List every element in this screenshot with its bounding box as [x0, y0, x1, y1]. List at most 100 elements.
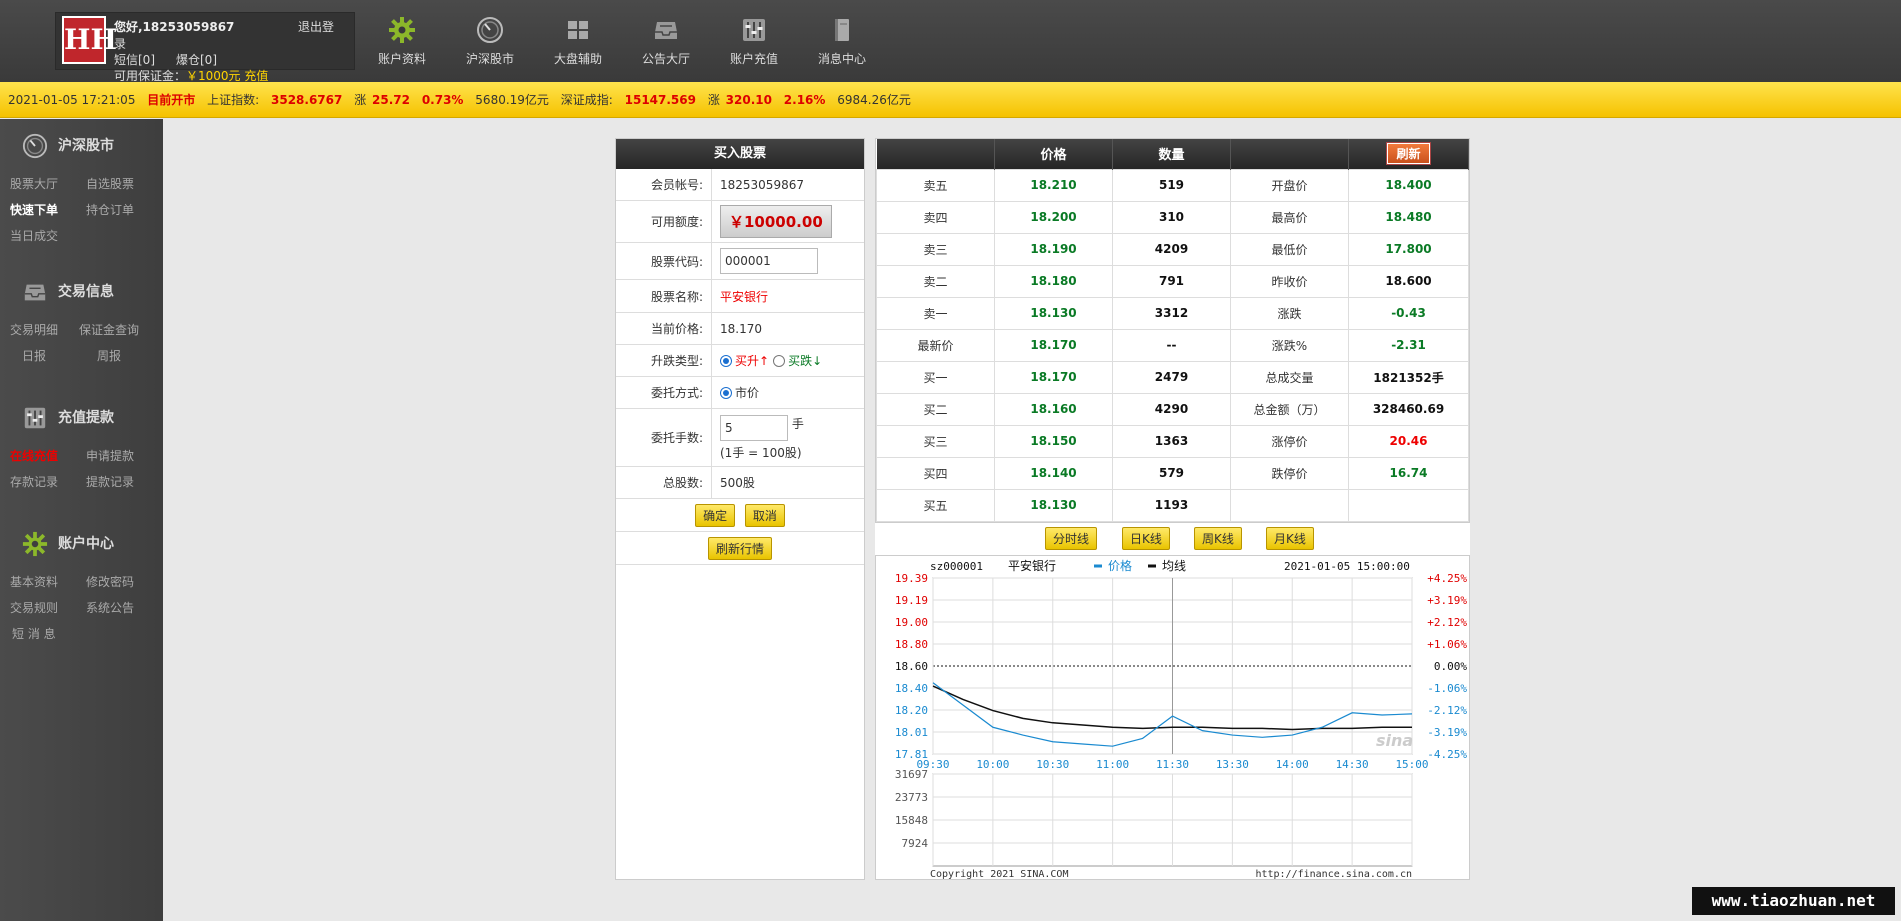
recharge-link[interactable]: 充值	[244, 69, 268, 83]
sidebar-section-recharge[interactable]: 充值提款	[22, 405, 114, 431]
buy-down-radio[interactable]	[773, 354, 786, 367]
quote-level-name: 卖三	[876, 232, 995, 266]
sidebar-item-quick-order[interactable]: 快速下单	[10, 201, 58, 218]
inbox-icon	[655, 22, 677, 39]
sidebar-item-system-notice[interactable]: 系统公告	[86, 599, 134, 616]
stock-code-input[interactable]: 000001	[720, 248, 818, 274]
refresh-button[interactable]: 刷新	[1386, 142, 1431, 166]
sidebar-item-weekly[interactable]: 周报	[97, 347, 121, 364]
burst-link[interactable]: 爆仓[0]	[176, 51, 217, 68]
sidebar-section-trade-info[interactable]: 交易信息	[22, 279, 114, 305]
topnav-assist-label: 大盘辅助	[553, 52, 602, 66]
cancel-button[interactable]: 取消	[744, 504, 785, 527]
stock-name: 平安银行	[720, 289, 769, 304]
messages-link[interactable]: 短信[0]	[114, 51, 155, 68]
price-tick-label: 19.00	[895, 616, 928, 629]
confirm-button[interactable]: 确定	[695, 504, 736, 527]
quote-level-qty: 519	[1112, 168, 1231, 202]
market-price-label[interactable]: 市价	[735, 384, 759, 401]
volume-tick-label: 15848	[895, 814, 928, 827]
pct-tick-label: -2.12%	[1427, 704, 1467, 717]
current-price: 18.170	[720, 321, 762, 336]
quote-level-price: 18.170	[994, 328, 1113, 362]
quote-stat-label	[1230, 488, 1349, 522]
quote-stat-value: 16.74	[1348, 456, 1469, 490]
buy-up-label[interactable]: 买升↑	[735, 352, 769, 369]
topnav-messages[interactable]: 消息中心	[802, 16, 882, 67]
pct-tick-label: +3.19%	[1427, 594, 1467, 607]
sidebar-item-positions[interactable]: 持仓订单	[86, 201, 134, 218]
sidebar-item-change-password[interactable]: 修改密码	[86, 573, 134, 590]
logout-link-cont[interactable]: 录	[114, 35, 126, 52]
ticker-sh-up: 涨	[354, 93, 367, 107]
sidebar-item-profile[interactable]: 基本资料	[10, 573, 58, 590]
refresh-row: 刷新行情	[616, 532, 864, 565]
quote-level-qty: 4209	[1112, 232, 1231, 266]
sidebar-section-market[interactable]: 沪深股市	[22, 133, 114, 159]
quote-row: 卖一 18.130 3312 涨跌 -0.43	[876, 296, 1469, 330]
month-kline-button[interactable]: 月K线	[1266, 527, 1314, 550]
sidebar-item-margin-query[interactable]: 保证金查询	[79, 321, 139, 338]
lots-input[interactable]: 5	[720, 414, 788, 441]
quote-row: 买四 18.140 579 跌停价 16.74	[876, 456, 1469, 490]
type-label: 升跌类型:	[616, 345, 712, 376]
ticker-sz-label: 深证成指:	[560, 93, 613, 107]
quote-header-qty: 数量	[1112, 139, 1231, 169]
price-tick-label: 19.19	[895, 594, 928, 607]
quote-stat-value: 20.46	[1348, 424, 1469, 458]
time-tick-label: 15:00	[1395, 758, 1428, 771]
market-price-radio[interactable]	[720, 386, 732, 399]
topnav-notice[interactable]: 公告大厅	[626, 16, 706, 67]
volume-tick-label: 31697	[895, 768, 928, 781]
market-ticker: 2021-01-05 17:21:05 目前开市 上证指数: 3528.6767…	[0, 82, 1901, 118]
ticker-sz-up: 涨	[707, 93, 720, 107]
quote-stat-label: 涨跌	[1230, 296, 1349, 330]
sidebar-item-trade-detail[interactable]: 交易明细	[10, 321, 58, 338]
quote-level-price: 18.180	[994, 264, 1113, 298]
sidebar-item-today-trades[interactable]: 当日成交	[10, 227, 58, 244]
topnav-account[interactable]: 账户资料	[362, 16, 442, 67]
minute-line-button[interactable]: 分时线	[1045, 527, 1098, 550]
action-row: 确定 取消	[616, 499, 864, 532]
sidebar-item-trade-rules[interactable]: 交易规则	[10, 599, 58, 616]
quote-table: 价格 数量 刷新 卖五 18.210 519 开盘价 18.400 卖四 18.200 310…	[875, 138, 1470, 523]
ticker-sh-change: 25.72	[372, 93, 410, 107]
topnav-recharge-label: 账户充值	[729, 52, 778, 66]
day-kline-button[interactable]: 日K线	[1122, 527, 1170, 550]
sidebar-item-daily[interactable]: 日报	[22, 347, 46, 364]
logout-link[interactable]: 退出登	[298, 18, 334, 35]
sidebar-item-deposit-records[interactable]: 存款记录	[10, 473, 58, 490]
quote-level-price: 18.190	[994, 232, 1113, 266]
topnav-assist[interactable]: 大盘辅助	[538, 16, 618, 67]
quote-row: 卖三 18.190 4209 最低价 17.800	[876, 232, 1469, 266]
gauge-icon	[22, 133, 48, 159]
buy-up-radio[interactable]	[720, 354, 732, 367]
quote-header-refresh: 刷新	[1348, 139, 1469, 169]
quote-level-price: 18.160	[994, 392, 1113, 426]
sidebar-item-short-message[interactable]: 短 消 息	[12, 625, 56, 642]
sidebar-item-withdraw-request[interactable]: 申请提款	[86, 447, 134, 464]
sidebar-item-watchlist[interactable]: 自选股票	[86, 175, 134, 192]
ticker-sh-value: 3528.6767	[271, 93, 343, 107]
sidebar-section-account[interactable]: 账户中心	[22, 531, 114, 557]
kline-button-bar: 分时线 日K线 周K线 月K线	[875, 523, 1470, 555]
quote-body: 卖五 18.210 519 开盘价 18.400 卖四 18.200 310 最高价 18.480…	[876, 168, 1469, 522]
buy-panel-title: 买入股票	[616, 139, 864, 169]
sidebar-item-stock-hall[interactable]: 股票大厅	[10, 175, 58, 192]
quote-header-price: 价格	[994, 139, 1113, 169]
buy-down-label[interactable]: 买跌↓	[788, 352, 822, 369]
refresh-quote-button[interactable]: 刷新行情	[707, 537, 772, 560]
price-tick-label: 19.39	[895, 572, 928, 585]
quote-level-name: 卖五	[876, 168, 995, 202]
ticker-sz-amount: 6984.26亿元	[837, 93, 911, 107]
time-tick-label: 13:30	[1216, 758, 1249, 771]
sidebar-item-online-recharge[interactable]: 在线充值	[10, 447, 58, 464]
quote-level-name: 卖二	[876, 264, 995, 298]
week-kline-button[interactable]: 周K线	[1194, 527, 1242, 550]
quote-row: 最新价 18.170 -- 涨跌% -2.31	[876, 328, 1469, 362]
topnav-market[interactable]: 沪深股市	[450, 16, 530, 67]
quote-stat-label: 涨跌%	[1230, 328, 1349, 362]
topnav-recharge[interactable]: 账户充值	[714, 16, 794, 67]
time-tick-label: 11:30	[1156, 758, 1189, 771]
sidebar-item-withdraw-records[interactable]: 提款记录	[86, 473, 134, 490]
